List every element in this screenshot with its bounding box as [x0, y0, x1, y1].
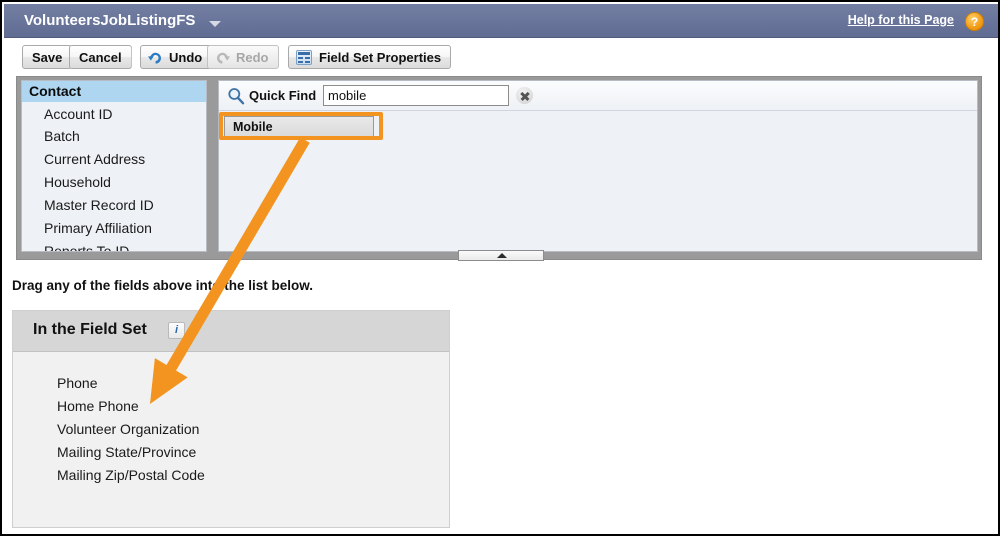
- window-title-bar: VolunteersJobListingFS Help for this Pag…: [4, 4, 998, 38]
- cancel-button[interactable]: Cancel: [69, 45, 132, 69]
- redo-arrow-icon: [217, 52, 230, 64]
- object-list-item[interactable]: Reports To ID: [22, 241, 206, 251]
- field-set-item[interactable]: Phone: [57, 375, 97, 391]
- save-button[interactable]: Save: [22, 45, 73, 69]
- screenshot-root: VolunteersJobListingFS Help for this Pag…: [0, 0, 1000, 536]
- toolbar: Save Cancel Undo Redo Field Set Properti…: [4, 38, 998, 76]
- field-set-item[interactable]: Home Phone: [57, 398, 139, 414]
- object-list-item[interactable]: Account ID: [22, 104, 206, 126]
- info-icon[interactable]: i: [168, 322, 185, 339]
- page-title: VolunteersJobListingFS: [24, 12, 196, 29]
- in-the-field-set-box: In the Field Set i Phone Home Phone Volu…: [12, 310, 450, 528]
- chevron-down-icon[interactable]: [209, 21, 221, 27]
- object-list-item[interactable]: Current Address: [22, 149, 206, 171]
- toolbar-divider-2: [278, 47, 279, 67]
- object-field-list[interactable]: Contact Account ID Batch Current Address…: [21, 80, 207, 252]
- object-list-item[interactable]: Master Record ID: [22, 195, 206, 217]
- object-list-header[interactable]: Contact: [22, 81, 206, 102]
- quick-find-bar: Quick Find: [219, 81, 977, 111]
- field-set-body: Phone Home Phone Volunteer Organization …: [13, 353, 449, 527]
- search-icon: [228, 88, 245, 105]
- help-for-this-page-link[interactable]: Help for this Page: [848, 13, 954, 27]
- table-properties-icon: [296, 50, 312, 65]
- field-set-item[interactable]: Mailing State/Province: [57, 444, 196, 460]
- object-list-item[interactable]: Household: [22, 172, 206, 194]
- quick-find-result-item[interactable]: Mobile: [224, 116, 374, 138]
- field-set-item[interactable]: Volunteer Organization: [57, 421, 199, 437]
- object-list-item[interactable]: Primary Affiliation: [22, 218, 206, 240]
- quick-find-label: Quick Find: [249, 88, 317, 103]
- undo-button[interactable]: Undo: [140, 45, 213, 69]
- redo-button-label: Redo: [236, 50, 269, 65]
- panel-collapse-handle[interactable]: [458, 250, 544, 261]
- help-question-icon[interactable]: ?: [965, 12, 984, 31]
- undo-arrow-icon: [148, 52, 161, 64]
- quick-find-input[interactable]: [323, 85, 509, 106]
- undo-button-label: Undo: [169, 50, 203, 65]
- object-list-item[interactable]: Batch: [22, 126, 206, 148]
- quick-find-panel: Quick Find Mobile: [218, 80, 978, 252]
- field-set-header: In the Field Set i: [13, 311, 449, 352]
- field-set-title: In the Field Set: [33, 321, 147, 338]
- field-set-properties-label: Field Set Properties: [319, 50, 442, 65]
- drag-instruction-text: Drag any of the fields above into the li…: [12, 278, 314, 293]
- toolbar-divider: [131, 47, 132, 67]
- clear-circle-icon[interactable]: [516, 87, 533, 104]
- field-set-properties-button[interactable]: Field Set Properties: [288, 45, 452, 69]
- field-set-item[interactable]: Mailing Zip/Postal Code: [57, 467, 205, 483]
- redo-button[interactable]: Redo: [207, 45, 279, 69]
